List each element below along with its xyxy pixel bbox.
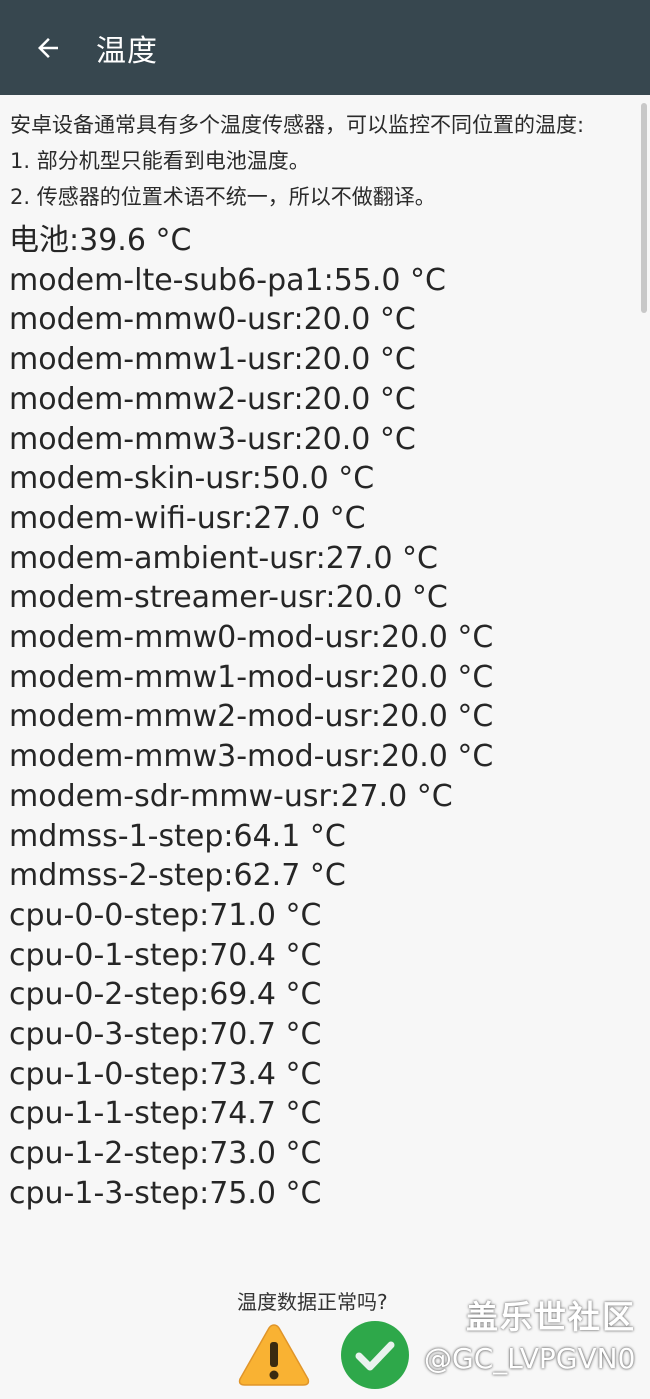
sensor-reading: modem-mmw0-mod-usr:20.0 °C xyxy=(9,620,494,656)
feedback-section: 温度数据正常吗? 盖乐世社区 @GC_LVPGVN0 xyxy=(0,1282,650,1399)
sensor-reading: modem-streamer-usr:20.0 °C xyxy=(9,580,448,616)
scrollbar[interactable] xyxy=(641,103,647,313)
main-content: 安卓设备通常具有多个温度传感器，可以监控不同位置的温度: 1. 部分机型只能看到… xyxy=(0,95,650,1399)
sensor-reading: modem-mmw3-mod-usr:20.0 °C xyxy=(9,739,494,775)
sensor-reading: cpu-0-2-step:69.4 °C xyxy=(9,977,322,1013)
report-abnormal-button[interactable] xyxy=(238,1322,310,1388)
sensor-reading: modem-wifi-usr:27.0 °C xyxy=(9,500,366,536)
sensor-reading: cpu-0-0-step:71.0 °C xyxy=(9,897,322,933)
sensor-reading: cpu-1-1-step:74.7 °C xyxy=(9,1096,322,1132)
sensor-reading: modem-mmw1-usr:20.0 °C xyxy=(9,342,416,378)
sensor-reading: cpu-0-1-step:70.4 °C xyxy=(9,937,322,973)
warning-icon xyxy=(238,1324,310,1386)
watermark-user: @GC_LVPGVN0 xyxy=(424,1342,636,1375)
watermark-site: 盖乐世社区 xyxy=(466,1298,637,1336)
check-circle-icon xyxy=(341,1321,409,1389)
page-title: 温度 xyxy=(96,33,158,69)
sensor-reading: modem-sdr-mmw-usr:27.0 °C xyxy=(9,778,453,814)
sensor-reading: cpu-0-3-step:70.7 °C xyxy=(9,1017,322,1053)
intro-line: 安卓设备通常具有多个温度传感器，可以监控不同位置的温度: xyxy=(10,113,585,137)
sensor-reading: modem-lte-sub6-pa1:55.0 °C xyxy=(9,262,447,298)
sensor-reading: cpu-1-3-step:75.0 °C xyxy=(9,1175,322,1211)
sensor-reading: modem-mmw1-mod-usr:20.0 °C xyxy=(9,659,494,695)
feedback-question: 温度数据正常吗? xyxy=(237,1290,388,1314)
intro-line: 1. 部分机型只能看到电池温度。 xyxy=(10,149,310,173)
sensor-reading: 电池:39.6 °C xyxy=(9,223,192,258)
sensor-readings-list: 电池:39.6 °C modem-lte-sub6-pa1:55.0 °C mode… xyxy=(0,221,650,1214)
confirm-normal-button[interactable] xyxy=(340,1320,410,1390)
arrow-left-icon xyxy=(38,37,58,58)
app-bar: 温度 xyxy=(0,0,650,95)
sensor-reading: cpu-1-2-step:73.0 °C xyxy=(9,1136,322,1172)
intro-text: 安卓设备通常具有多个温度传感器，可以监控不同位置的温度: 1. 部分机型只能看到… xyxy=(0,95,650,215)
sensor-reading: modem-mmw0-usr:20.0 °C xyxy=(9,302,416,338)
sensor-reading: modem-mmw3-usr:20.0 °C xyxy=(9,421,416,457)
sensor-reading: mdmss-1-step:64.1 °C xyxy=(9,818,346,854)
sensor-reading: cpu-1-0-step:73.4 °C xyxy=(9,1056,322,1092)
back-button[interactable] xyxy=(18,18,78,78)
sensor-reading: modem-skin-usr:50.0 °C xyxy=(9,461,375,497)
intro-line: 2. 传感器的位置术语不统一，所以不做翻译。 xyxy=(10,185,436,209)
sensor-reading: mdmss-2-step:62.7 °C xyxy=(9,858,346,894)
sensor-reading: modem-mmw2-mod-usr:20.0 °C xyxy=(9,699,494,735)
sensor-reading: modem-ambient-usr:27.0 °C xyxy=(9,540,439,576)
sensor-reading: modem-mmw2-usr:20.0 °C xyxy=(9,381,416,417)
